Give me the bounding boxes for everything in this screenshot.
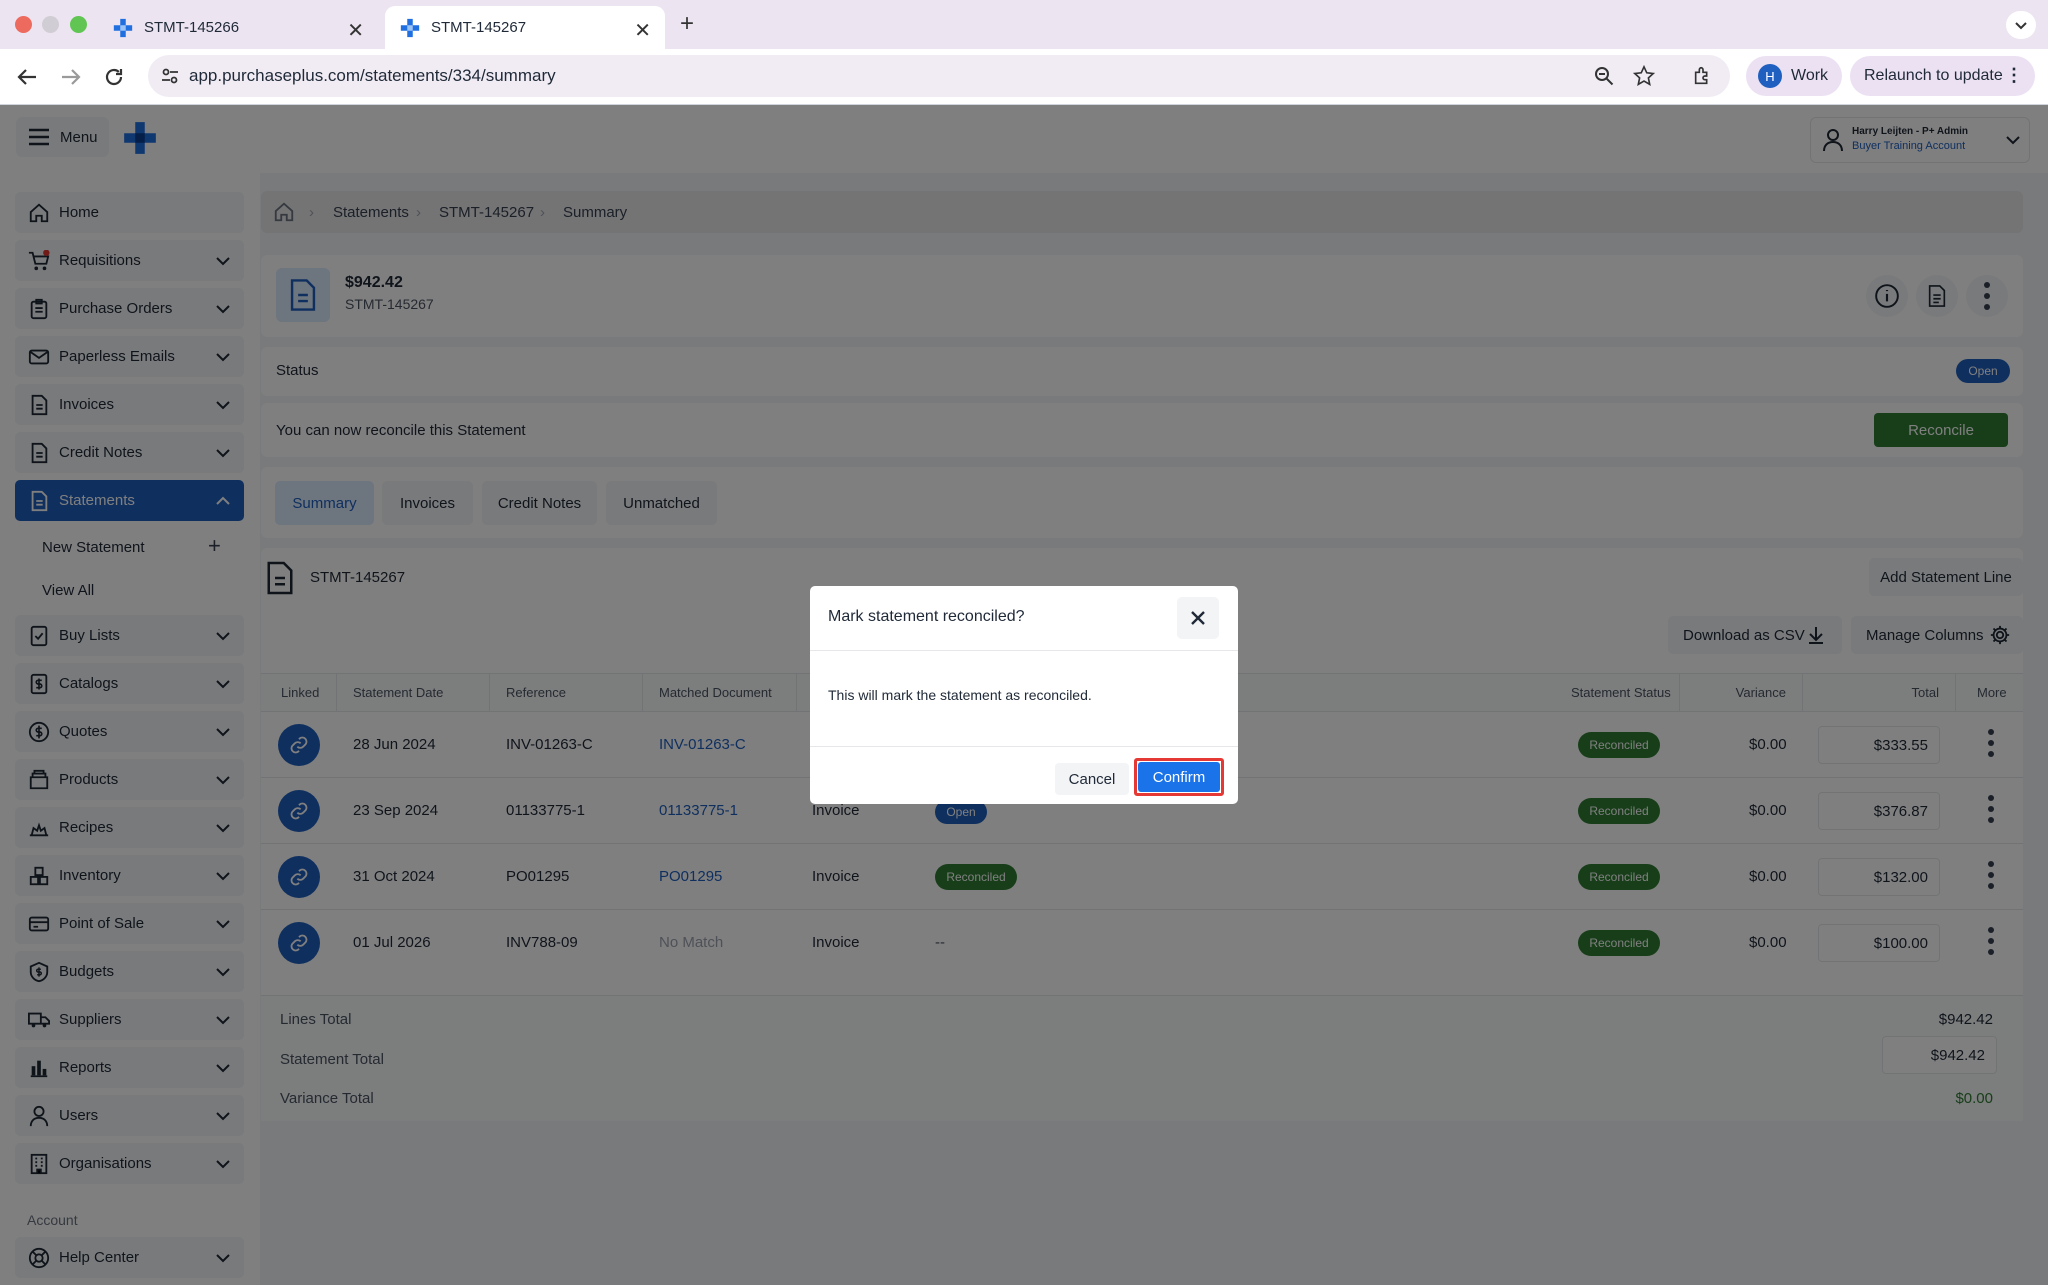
browser-tab-title: STMT-145267 [431, 19, 527, 36]
url-bar[interactable]: app.purchaseplus.com/statements/334/summ… [148, 55, 1730, 97]
browser-tab-title: STMT-145266 [144, 19, 240, 36]
window-close-dot[interactable] [15, 16, 32, 33]
profile-label: Work [1791, 67, 1829, 84]
new-tab-icon[interactable]: + [680, 10, 694, 38]
relaunch-label: Relaunch to update [1864, 67, 2003, 84]
dialog-close-button[interactable] [1177, 597, 1219, 639]
purchaseplus-logo-icon [400, 18, 420, 37]
browser-address-bar: app.purchaseplus.com/statements/334/summ… [0, 49, 2048, 105]
dialog-title: Mark statement reconciled? [828, 608, 1025, 625]
profile-button[interactable]: H Work [1746, 56, 1842, 96]
profile-avatar: H [1758, 64, 1782, 88]
more-vertical-icon: ⋮ [2005, 65, 2023, 85]
close-tab-icon[interactable]: ✕ [347, 18, 364, 43]
relaunch-button[interactable]: Relaunch to update ⋮ [1850, 56, 2035, 96]
zoom-icon[interactable] [1594, 66, 1614, 86]
url-text: app.purchaseplus.com/statements/334/summ… [189, 66, 556, 85]
dialog-divider [810, 650, 1238, 651]
dialog-body: This will mark the statement as reconcil… [828, 687, 1092, 703]
bookmark-star-icon[interactable] [1633, 65, 1655, 87]
reload-icon[interactable] [103, 66, 125, 88]
browser-tab-1[interactable]: STMT-145266 ✕ [98, 6, 378, 49]
window-minimize-dot[interactable] [42, 16, 59, 33]
forward-arrow-icon[interactable] [60, 67, 82, 87]
tab-search-button[interactable] [2006, 11, 2036, 39]
confirm-button[interactable]: Confirm [1138, 762, 1220, 792]
site-settings-icon[interactable] [161, 67, 179, 85]
window-maximize-dot[interactable] [70, 16, 87, 33]
dialog-divider [810, 746, 1238, 747]
cancel-button[interactable]: Cancel [1055, 763, 1129, 795]
confirm-reconcile-dialog: Mark statement reconciled? This will mar… [810, 586, 1238, 804]
browser-tab-bar: STMT-145266 ✕ STMT-145267 ✕ + [0, 0, 2048, 49]
chevron-down-icon [2015, 22, 2027, 30]
browser-tab-2[interactable]: STMT-145267 ✕ [385, 6, 665, 49]
close-tab-icon[interactable]: ✕ [634, 18, 651, 43]
extensions-icon[interactable] [1692, 65, 1714, 87]
back-arrow-icon[interactable] [16, 67, 38, 87]
close-icon [1191, 611, 1205, 625]
purchaseplus-logo-icon [113, 18, 133, 37]
